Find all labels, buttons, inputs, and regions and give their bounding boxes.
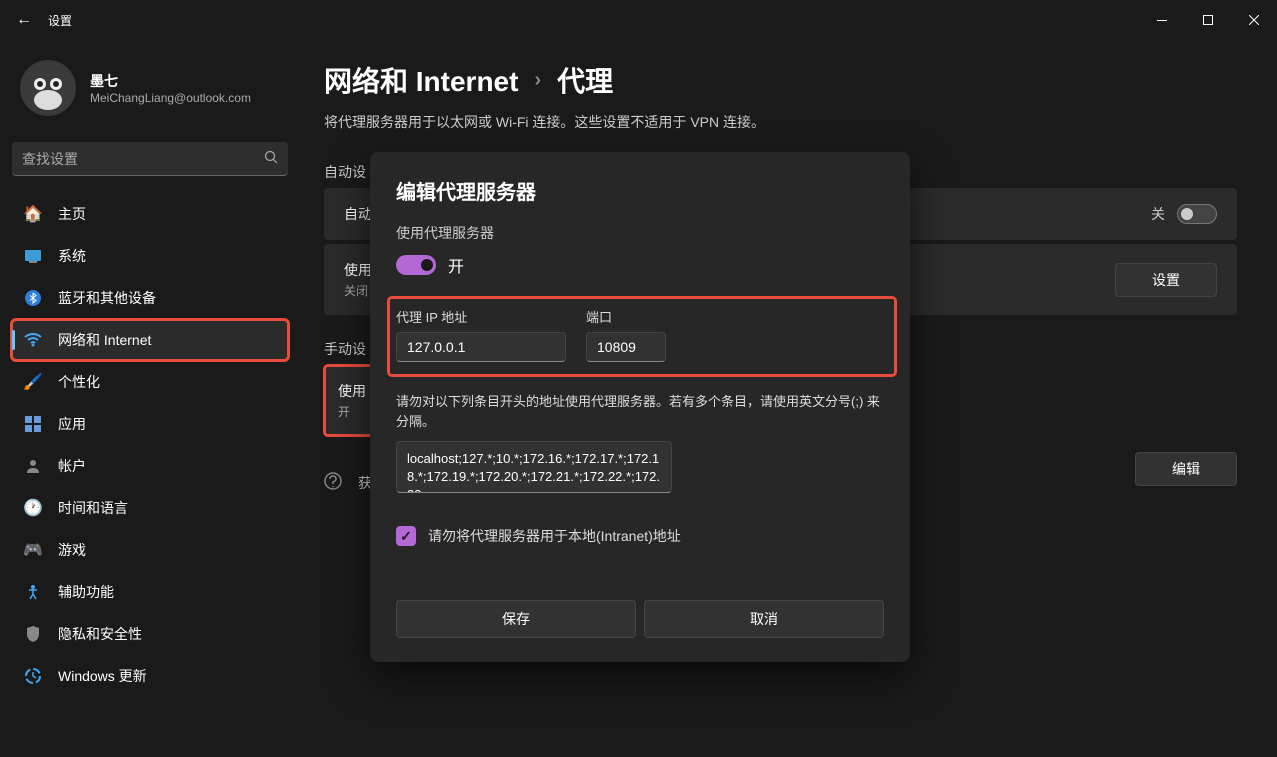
sidebar-item-label: Windows 更新 <box>58 666 147 686</box>
cancel-button[interactable]: 取消 <box>644 600 884 638</box>
back-button[interactable]: ← <box>16 11 32 29</box>
save-button[interactable]: 保存 <box>396 600 636 638</box>
nav-list: 🏠 主页 系统 蓝牙和其他设备 网络和 Internet 🖌️ 个性化 <box>12 194 288 696</box>
system-icon <box>24 247 42 265</box>
sidebar-item-system[interactable]: 系统 <box>12 236 288 276</box>
setting-label: 使用 <box>338 381 366 401</box>
sidebar-item-apps[interactable]: 应用 <box>12 404 288 444</box>
chevron-right-icon: › <box>534 69 541 92</box>
dialog-toggle-row: 开 <box>396 253 884 277</box>
toggle-state: 开 <box>448 253 464 277</box>
window-controls <box>1139 4 1277 36</box>
port-label: 端口 <box>586 307 666 326</box>
sidebar-item-label: 蓝牙和其他设备 <box>58 288 156 308</box>
sidebar: 墨七 MeiChangLiang@outlook.com 🏠 主页 系统 蓝牙和… <box>0 40 300 757</box>
page-description: 将代理服务器用于以太网或 Wi-Fi 连接。这些设置不适用于 VPN 连接。 <box>324 112 1237 132</box>
sidebar-item-label: 游戏 <box>58 540 86 560</box>
maximize-icon <box>1203 15 1213 25</box>
minimize-icon <box>1157 20 1167 21</box>
proxy-ip-input[interactable] <box>396 332 566 362</box>
dialog-buttons: 保存 取消 <box>396 600 884 638</box>
window-title: 设置 <box>48 12 72 29</box>
sidebar-item-label: 帐户 <box>58 456 86 476</box>
time-icon: 🕐 <box>24 499 42 517</box>
close-button[interactable] <box>1231 4 1277 36</box>
sidebar-item-accounts[interactable]: 帐户 <box>12 446 288 486</box>
sidebar-item-label: 应用 <box>58 414 86 434</box>
home-icon: 🏠 <box>24 205 42 223</box>
maximize-button[interactable] <box>1185 4 1231 36</box>
breadcrumb: 网络和 Internet › 代理 <box>324 60 1237 100</box>
setting-label: 自动 <box>344 204 372 224</box>
search-input[interactable] <box>22 151 264 167</box>
breadcrumb-parent[interactable]: 网络和 Internet <box>324 60 518 100</box>
breadcrumb-current: 代理 <box>557 60 613 100</box>
sidebar-item-windows-update[interactable]: Windows 更新 <box>12 656 288 696</box>
sidebar-item-accessibility[interactable]: 辅助功能 <box>12 572 288 612</box>
sidebar-item-label: 辅助功能 <box>58 582 114 602</box>
sidebar-item-network[interactable]: 网络和 Internet <box>12 320 288 360</box>
sidebar-item-label: 系统 <box>58 246 86 266</box>
toggle-state: 关 <box>1151 204 1165 224</box>
bypass-list-input[interactable] <box>396 441 672 493</box>
local-bypass-row: ✓ 请勿将代理服务器用于本地(Intranet)地址 <box>396 526 884 546</box>
avatar <box>20 60 76 116</box>
proxy-port-input[interactable] <box>586 332 666 362</box>
apps-icon <box>24 415 42 433</box>
game-icon: 🎮 <box>24 541 42 559</box>
setup-button[interactable]: 设置 <box>1115 263 1217 297</box>
dialog-title: 编辑代理服务器 <box>396 176 884 205</box>
profile-info: 墨七 MeiChangLiang@outlook.com <box>90 71 251 105</box>
auto-detect-toggle[interactable] <box>1177 204 1217 224</box>
ip-label: 代理 IP 地址 <box>396 307 566 326</box>
setting-label: 使用 <box>344 260 372 280</box>
profile-name: 墨七 <box>90 71 251 91</box>
bluetooth-icon <box>24 289 42 307</box>
brush-icon: 🖌️ <box>24 373 42 391</box>
shield-icon <box>24 625 42 643</box>
help-icon <box>324 472 342 493</box>
sidebar-item-bluetooth[interactable]: 蓝牙和其他设备 <box>12 278 288 318</box>
use-proxy-toggle[interactable] <box>396 255 436 275</box>
sidebar-item-gaming[interactable]: 🎮 游戏 <box>12 530 288 570</box>
sidebar-item-time-language[interactable]: 🕐 时间和语言 <box>12 488 288 528</box>
proxy-inputs-highlighted: 代理 IP 地址 端口 <box>390 299 894 374</box>
setting-sublabel: 关闭 <box>344 282 372 299</box>
sidebar-item-label: 主页 <box>58 204 86 224</box>
sidebar-item-label: 隐私和安全性 <box>58 624 142 644</box>
checkbox-label: 请勿将代理服务器用于本地(Intranet)地址 <box>428 526 681 546</box>
bypass-description: 请勿对以下列条目开头的地址使用代理服务器。若有多个条目，请使用英文分号(;) 来… <box>396 392 884 431</box>
sidebar-item-personalization[interactable]: 🖌️ 个性化 <box>12 362 288 402</box>
sidebar-item-label: 个性化 <box>58 372 100 392</box>
wifi-icon <box>24 331 42 349</box>
dialog-subtitle: 使用代理服务器 <box>396 223 884 243</box>
profile[interactable]: 墨七 MeiChangLiang@outlook.com <box>12 52 288 124</box>
search-box[interactable] <box>12 142 288 176</box>
sidebar-item-home[interactable]: 🏠 主页 <box>12 194 288 234</box>
setting-sublabel: 开 <box>338 403 366 420</box>
update-icon <box>24 667 42 685</box>
port-input-group: 端口 <box>586 307 666 362</box>
edit-proxy-dialog: 编辑代理服务器 使用代理服务器 开 代理 IP 地址 端口 请勿对以下列条目开头… <box>370 152 910 662</box>
search-icon <box>264 150 278 167</box>
titlebar-left: ← 设置 <box>16 11 72 29</box>
sidebar-item-label: 网络和 Internet <box>58 330 151 350</box>
sidebar-item-privacy[interactable]: 隐私和安全性 <box>12 614 288 654</box>
titlebar: ← 设置 <box>0 0 1277 40</box>
minimize-button[interactable] <box>1139 4 1185 36</box>
account-icon <box>24 457 42 475</box>
profile-email: MeiChangLiang@outlook.com <box>90 91 251 105</box>
accessibility-icon <box>24 583 42 601</box>
edit-button[interactable]: 编辑 <box>1135 452 1237 486</box>
ip-input-group: 代理 IP 地址 <box>396 307 566 362</box>
local-bypass-checkbox[interactable]: ✓ <box>396 526 416 546</box>
sidebar-item-label: 时间和语言 <box>58 498 128 518</box>
close-icon <box>1249 15 1259 25</box>
